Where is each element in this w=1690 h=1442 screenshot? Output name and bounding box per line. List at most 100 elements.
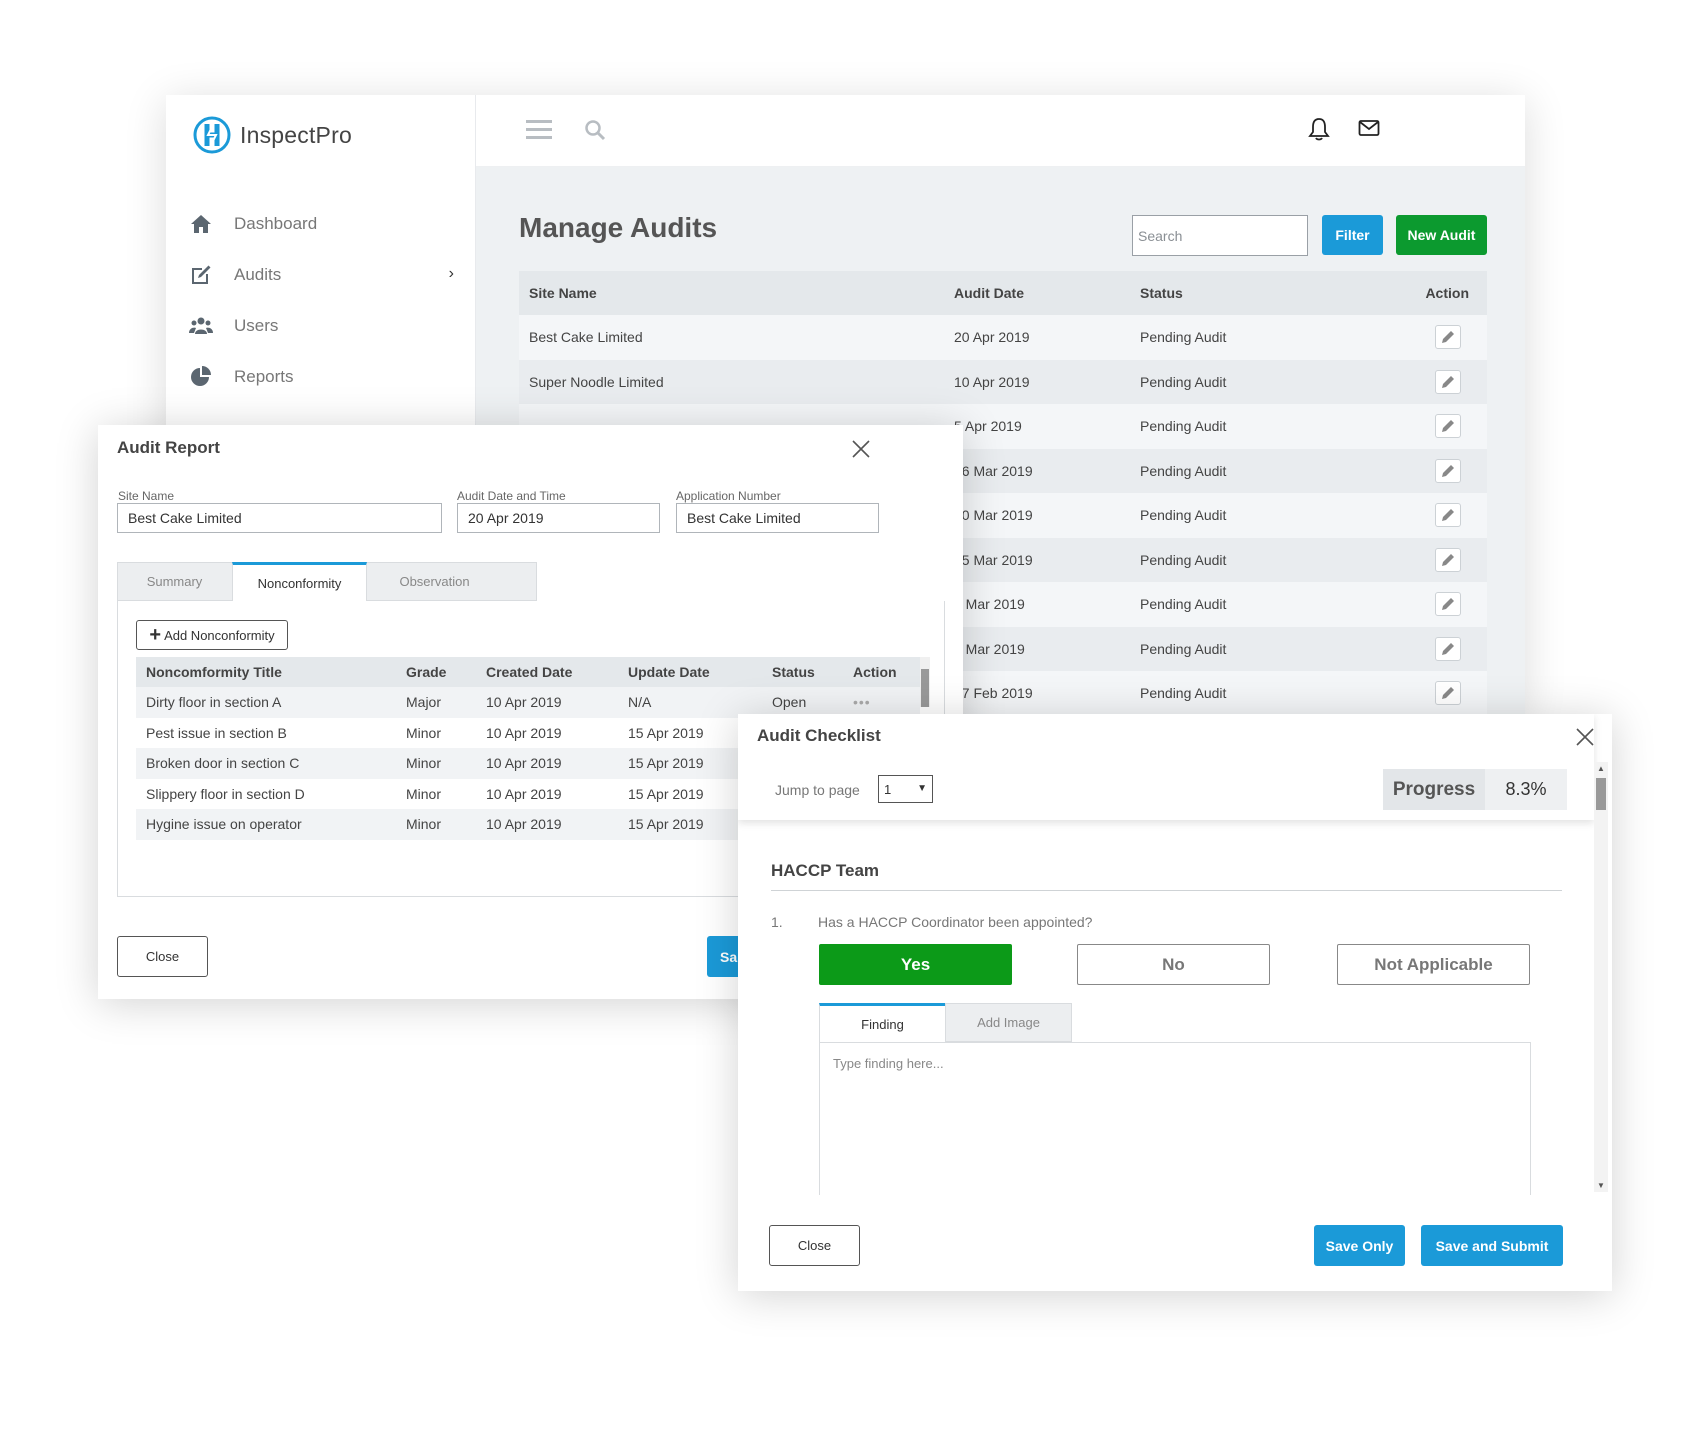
pencil-icon (1442, 509, 1454, 522)
sidebar-item-label: Reports (234, 367, 294, 386)
table-row[interactable]: Best Cake Limited 20 Apr 2019 Pending Audi… (519, 315, 1487, 360)
jump-to-page-label: Jump to page (775, 782, 860, 798)
scroll-thumb[interactable] (921, 669, 929, 707)
hamburger-menu-icon[interactable] (526, 119, 552, 146)
question-number: 1. (771, 914, 783, 930)
column-header-title[interactable]: Noncomformity Title (146, 664, 282, 680)
save-and-submit-button[interactable]: Save and Submit (1421, 1225, 1563, 1266)
scroll-up-icon[interactable]: ▲ (1597, 764, 1605, 773)
chevron-right-icon[interactable]: › (449, 265, 454, 283)
logo-icon (193, 116, 231, 154)
column-header-date[interactable]: Audit Date (954, 285, 1024, 301)
close-button[interactable]: Close (769, 1225, 860, 1266)
modal-title: Audit Report (117, 438, 220, 457)
audit-date-cell: 20 Apr 2019 (954, 329, 1030, 346)
sidebar-item-reports[interactable]: Reports (188, 355, 458, 399)
table-row[interactable]: Super Noodle Limited 10 Apr 2019 Pending A… (519, 359, 1487, 404)
save-only-button[interactable]: Save Only (1314, 1225, 1405, 1266)
pencil-icon (1442, 598, 1454, 611)
status-cell: Pending Audit (1140, 640, 1227, 657)
nc-title-cell: Hygine issue on operator (146, 816, 302, 833)
nc-status-cell: Open (772, 694, 807, 711)
status-cell: Pending Audit (1140, 685, 1227, 702)
column-header-status[interactable]: Status (1140, 285, 1183, 301)
column-header-created[interactable]: Created Date (486, 664, 572, 680)
audit-checklist-modal: Audit Checklist Jump to page 1 ▼ Progres… (738, 714, 1612, 1291)
close-icon[interactable] (1574, 726, 1596, 748)
search-icon[interactable] (584, 119, 606, 146)
site-name-field[interactable]: Best Cake Limited (117, 503, 442, 533)
new-audit-button[interactable]: New Audit (1396, 215, 1487, 255)
page-title: Manage Audits (519, 212, 718, 243)
edit-button[interactable] (1435, 592, 1461, 617)
table-scrollbar[interactable] (920, 657, 930, 707)
jump-to-page-value: 1 (884, 781, 892, 797)
edit-button[interactable] (1435, 681, 1461, 706)
table-row[interactable]: Dirty floor in section A Major 10 Apr 2019… (136, 687, 920, 718)
more-options-icon[interactable]: ••• (853, 694, 871, 710)
audit-date-cell: 26 Mar 2019 (954, 462, 1033, 479)
tab-finding[interactable]: Finding (819, 1003, 945, 1042)
edit-button[interactable] (1435, 325, 1461, 350)
section-title: HACCP Team (771, 861, 880, 880)
nc-grade-cell: Minor (406, 724, 442, 741)
edit-button[interactable] (1435, 503, 1461, 528)
site-name-cell: Best Cake Limited (529, 329, 643, 346)
dropdown-arrow-icon: ▼ (917, 783, 927, 794)
add-nonconformity-button[interactable]: + Add Nonconformity (136, 620, 288, 650)
pie-chart-icon (188, 364, 214, 390)
checklist-scrollbar[interactable]: ▲ ▼ (1594, 762, 1608, 1192)
edit-button[interactable] (1435, 636, 1461, 661)
status-cell: Pending Audit (1140, 551, 1227, 568)
status-cell: Pending Audit (1140, 462, 1227, 479)
nc-updated-cell: 15 Apr 2019 (628, 755, 704, 772)
search-input[interactable] (1132, 215, 1308, 256)
column-header-grade[interactable]: Grade (406, 664, 446, 680)
filter-button[interactable]: Filter (1322, 215, 1383, 255)
brand-logo[interactable]: InspectPro (192, 115, 352, 155)
column-header-status[interactable]: Status (772, 664, 815, 680)
sidebar-item-audits[interactable]: Audits › (188, 253, 458, 297)
edit-button[interactable] (1435, 458, 1461, 483)
table-header: Site Name Audit Date Status Action (519, 271, 1487, 315)
nc-grade-cell: Minor (406, 755, 442, 772)
answer-no-button[interactable]: No (1077, 944, 1270, 985)
application-number-label: Application Number (676, 489, 781, 503)
sidebar-item-dashboard[interactable]: Dashboard (188, 202, 458, 246)
progress-indicator: Progress 8.3% (1383, 769, 1567, 810)
finding-textarea[interactable] (819, 1042, 1531, 1195)
pencil-icon (1442, 464, 1454, 477)
question-text: Has a HACCP Coordinator been appointed? (818, 914, 1093, 930)
application-number-field[interactable]: Best Cake Limited (676, 503, 879, 533)
nc-created-cell: 10 Apr 2019 (486, 755, 562, 772)
tab-observation[interactable]: Observation (367, 562, 502, 601)
close-icon[interactable] (850, 438, 872, 460)
audit-date-field[interactable]: 20 Apr 2019 (457, 503, 660, 533)
answer-not-applicable-button[interactable]: Not Applicable (1337, 944, 1530, 985)
audit-date-cell: 10 Apr 2019 (954, 373, 1030, 390)
add-nonconformity-label: Add Nonconformity (164, 627, 275, 643)
site-name-cell: Super Noodle Limited (529, 373, 664, 390)
column-header-site[interactable]: Site Name (529, 285, 597, 301)
users-icon (188, 313, 214, 339)
mail-icon[interactable] (1358, 119, 1380, 142)
tab-add-image[interactable]: Add Image (945, 1003, 1072, 1042)
column-header-updated[interactable]: Update Date (628, 664, 710, 680)
pencil-icon (1442, 375, 1454, 388)
jump-to-page-select[interactable]: 1 ▼ (878, 775, 933, 803)
status-cell: Pending Audit (1140, 596, 1227, 613)
tab-summary[interactable]: Summary (117, 562, 232, 601)
edit-button[interactable] (1435, 414, 1461, 439)
edit-button[interactable] (1435, 369, 1461, 394)
status-cell: Pending Audit (1140, 373, 1227, 390)
close-button[interactable]: Close (117, 936, 208, 977)
audit-date-label: Audit Date and Time (457, 489, 566, 503)
scroll-down-icon[interactable]: ▼ (1597, 1181, 1605, 1190)
scroll-thumb[interactable] (1596, 778, 1606, 810)
bell-icon[interactable] (1308, 117, 1330, 146)
answer-yes-button[interactable]: Yes (819, 944, 1012, 985)
modal-title: Audit Checklist (757, 726, 881, 745)
sidebar-item-users[interactable]: Users (188, 304, 458, 348)
edit-button[interactable] (1435, 547, 1461, 572)
tab-nonconformity[interactable]: Nonconformity (232, 562, 367, 601)
